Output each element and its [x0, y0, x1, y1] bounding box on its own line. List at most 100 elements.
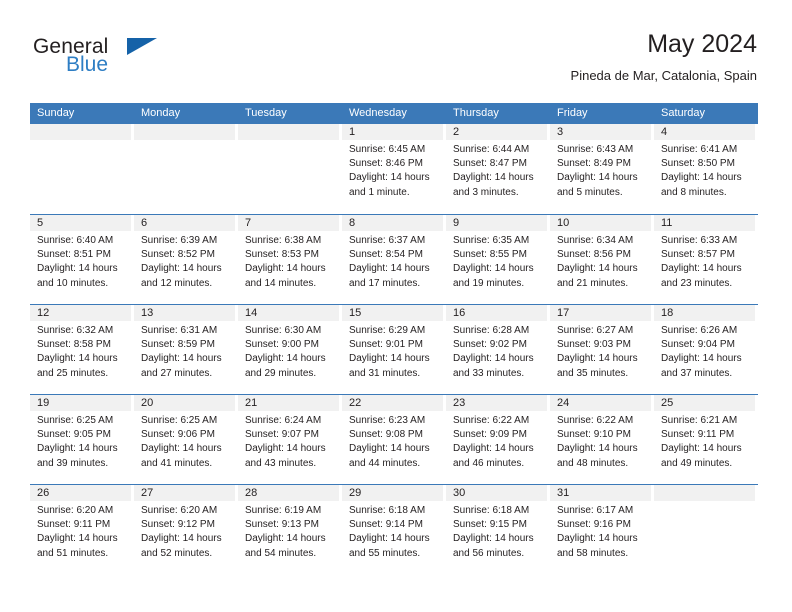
triangle-flag-icon [127, 38, 157, 55]
day-number: 6 [134, 215, 235, 231]
daylight-duration-line1: Daylight: 14 hours [661, 353, 742, 365]
sunset-time: Sunset: 9:06 PM [141, 429, 215, 441]
day-details: Sunrise: 6:45 AM Sunset: 8:46 PM Daylight:… [342, 140, 443, 200]
sunrise-time: Sunrise: 6:44 AM [453, 144, 530, 155]
brand-logo[interactable]: General Blue [33, 36, 233, 88]
page-subtitle: Pineda de Mar, Catalonia, Spain [570, 68, 757, 83]
sunrise-time: Sunrise: 6:32 AM [37, 325, 114, 336]
sunrise-time: Sunrise: 6:40 AM [37, 235, 114, 246]
calendar-day-cell[interactable]: 13 Sunrise: 6:31 AM Sunset: 8:59 PM Dayligh… [134, 305, 238, 394]
calendar-day-cell[interactable]: 28 Sunrise: 6:19 AM Sunset: 9:13 PM Dayligh… [238, 485, 342, 574]
sunrise-time: Sunrise: 6:38 AM [245, 235, 322, 246]
day-number: 17 [550, 305, 651, 321]
daylight-duration-line1: Daylight: 14 hours [245, 263, 326, 275]
daylight-duration-line2: and 35 minutes. [557, 367, 629, 379]
daylight-duration-line2: and 37 minutes. [661, 367, 733, 379]
sunrise-time: Sunrise: 6:17 AM [557, 505, 634, 516]
sunrise-time: Sunrise: 6:45 AM [349, 144, 426, 155]
day-details: Sunrise: 6:17 AM Sunset: 9:16 PM Daylight:… [550, 501, 651, 561]
daylight-duration-line1: Daylight: 14 hours [141, 533, 222, 545]
daylight-duration-line1: Daylight: 14 hours [453, 353, 534, 365]
brand-name-blue: Blue [66, 53, 109, 76]
sunset-time: Sunset: 9:04 PM [661, 339, 735, 351]
day-number: 21 [238, 395, 339, 411]
calendar-day-cell[interactable]: 27 Sunrise: 6:20 AM Sunset: 9:12 PM Dayligh… [134, 485, 238, 574]
weekday-header-monday: Monday [141, 107, 181, 119]
day-details: Sunrise: 6:29 AM Sunset: 9:01 PM Daylight:… [342, 321, 443, 381]
sunset-time: Sunset: 9:07 PM [245, 429, 319, 441]
calendar-day-cell[interactable]: 8 Sunrise: 6:37 AM Sunset: 8:54 PM Daylight… [342, 215, 446, 304]
daylight-duration-line1: Daylight: 14 hours [37, 263, 118, 275]
sunset-time: Sunset: 9:16 PM [557, 519, 631, 531]
day-details: Sunrise: 6:41 AM Sunset: 8:50 PM Daylight:… [654, 140, 755, 200]
calendar-day-cell[interactable]: 15 Sunrise: 6:29 AM Sunset: 9:01 PM Dayligh… [342, 305, 446, 394]
calendar-day-cell[interactable]: 12 Sunrise: 6:32 AM Sunset: 8:58 PM Dayligh… [30, 305, 134, 394]
daylight-duration-line2: and 12 minutes. [141, 277, 213, 289]
calendar-day-cell[interactable]: 10 Sunrise: 6:34 AM Sunset: 8:56 PM Dayligh… [550, 215, 654, 304]
sunset-time: Sunset: 8:51 PM [37, 249, 111, 261]
daylight-duration-line1: Daylight: 14 hours [557, 263, 638, 275]
sunset-time: Sunset: 9:11 PM [37, 519, 111, 531]
calendar-day-cell[interactable]: 5 Sunrise: 6:40 AM Sunset: 8:51 PM Daylight… [30, 215, 134, 304]
sunrise-time: Sunrise: 6:25 AM [141, 415, 218, 426]
day-details: Sunrise: 6:39 AM Sunset: 8:52 PM Daylight:… [134, 231, 235, 291]
sunrise-time: Sunrise: 6:37 AM [349, 235, 426, 246]
day-number: 14 [238, 305, 339, 321]
calendar-day-cell[interactable]: 11 Sunrise: 6:33 AM Sunset: 8:57 PM Dayligh… [654, 215, 758, 304]
day-details: Sunrise: 6:31 AM Sunset: 8:59 PM Daylight:… [134, 321, 235, 381]
calendar-day-cell[interactable]: 30 Sunrise: 6:18 AM Sunset: 9:15 PM Dayligh… [446, 485, 550, 574]
weekday-header-sunday: Sunday [37, 107, 75, 119]
sunrise-time: Sunrise: 6:35 AM [453, 235, 530, 246]
sunset-time: Sunset: 9:13 PM [245, 519, 319, 531]
calendar-day-cell-empty [30, 124, 134, 214]
weekday-header-thursday: Thursday [453, 107, 499, 119]
day-details [238, 140, 339, 143]
sunset-time: Sunset: 9:10 PM [557, 429, 631, 441]
calendar-day-cell[interactable]: 17 Sunrise: 6:27 AM Sunset: 9:03 PM Dayligh… [550, 305, 654, 394]
daylight-duration-line1: Daylight: 14 hours [661, 443, 742, 455]
calendar-day-cell[interactable]: 2 Sunrise: 6:44 AM Sunset: 8:47 PM Daylight… [446, 124, 550, 214]
calendar-day-cell[interactable]: 20 Sunrise: 6:25 AM Sunset: 9:06 PM Dayligh… [134, 395, 238, 484]
daylight-duration-line2: and 17 minutes. [349, 277, 421, 289]
calendar-day-cell[interactable]: 18 Sunrise: 6:26 AM Sunset: 9:04 PM Dayligh… [654, 305, 758, 394]
calendar-day-cell[interactable]: 14 Sunrise: 6:30 AM Sunset: 9:00 PM Dayligh… [238, 305, 342, 394]
calendar-day-cell[interactable]: 6 Sunrise: 6:39 AM Sunset: 8:52 PM Daylight… [134, 215, 238, 304]
daylight-duration-line1: Daylight: 14 hours [37, 443, 118, 455]
sunrise-time: Sunrise: 6:18 AM [453, 505, 530, 516]
calendar-day-cell[interactable]: 1 Sunrise: 6:45 AM Sunset: 8:46 PM Daylight… [342, 124, 446, 214]
calendar-day-cell[interactable]: 9 Sunrise: 6:35 AM Sunset: 8:55 PM Daylight… [446, 215, 550, 304]
calendar-day-cell[interactable]: 4 Sunrise: 6:41 AM Sunset: 8:50 PM Daylight… [654, 124, 758, 214]
day-number: 29 [342, 485, 443, 501]
day-details: Sunrise: 6:24 AM Sunset: 9:07 PM Daylight:… [238, 411, 339, 471]
sunset-time: Sunset: 8:55 PM [453, 249, 527, 261]
calendar-day-cell[interactable]: 31 Sunrise: 6:17 AM Sunset: 9:16 PM Dayligh… [550, 485, 654, 574]
calendar-day-cell[interactable]: 29 Sunrise: 6:18 AM Sunset: 9:14 PM Dayligh… [342, 485, 446, 574]
calendar-day-cell[interactable]: 22 Sunrise: 6:23 AM Sunset: 9:08 PM Dayligh… [342, 395, 446, 484]
sunrise-time: Sunrise: 6:20 AM [37, 505, 114, 516]
daylight-duration-line2: and 48 minutes. [557, 457, 629, 469]
calendar-day-cell[interactable]: 23 Sunrise: 6:22 AM Sunset: 9:09 PM Dayligh… [446, 395, 550, 484]
calendar-day-cell[interactable]: 7 Sunrise: 6:38 AM Sunset: 8:53 PM Daylight… [238, 215, 342, 304]
sunset-time: Sunset: 9:15 PM [453, 519, 527, 531]
calendar-day-cell[interactable]: 3 Sunrise: 6:43 AM Sunset: 8:49 PM Daylight… [550, 124, 654, 214]
day-details: Sunrise: 6:20 AM Sunset: 9:12 PM Daylight:… [134, 501, 235, 561]
sunrise-time: Sunrise: 6:29 AM [349, 325, 426, 336]
calendar-day-cell[interactable]: 25 Sunrise: 6:21 AM Sunset: 9:11 PM Dayligh… [654, 395, 758, 484]
calendar-day-cell[interactable]: 16 Sunrise: 6:28 AM Sunset: 9:02 PM Dayligh… [446, 305, 550, 394]
day-number: 1 [342, 124, 443, 140]
day-details: Sunrise: 6:30 AM Sunset: 9:00 PM Daylight:… [238, 321, 339, 381]
daylight-duration-line1: Daylight: 14 hours [661, 263, 742, 275]
day-number [30, 124, 131, 140]
daylight-duration-line2: and 56 minutes. [453, 547, 525, 559]
weekday-header-wednesday: Wednesday [349, 107, 407, 119]
calendar-day-cell[interactable]: 19 Sunrise: 6:25 AM Sunset: 9:05 PM Dayligh… [30, 395, 134, 484]
day-details: Sunrise: 6:37 AM Sunset: 8:54 PM Daylight:… [342, 231, 443, 291]
sunset-time: Sunset: 8:58 PM [37, 339, 111, 351]
calendar-table: Sunday Monday Tuesday Wednesday Thursday… [30, 103, 758, 574]
day-details: Sunrise: 6:40 AM Sunset: 8:51 PM Daylight:… [30, 231, 131, 291]
calendar-day-cell[interactable]: 24 Sunrise: 6:22 AM Sunset: 9:10 PM Dayligh… [550, 395, 654, 484]
calendar-day-cell[interactable]: 26 Sunrise: 6:20 AM Sunset: 9:11 PM Dayligh… [30, 485, 134, 574]
calendar-day-cell[interactable]: 21 Sunrise: 6:24 AM Sunset: 9:07 PM Dayligh… [238, 395, 342, 484]
sunrise-time: Sunrise: 6:19 AM [245, 505, 322, 516]
sunrise-time: Sunrise: 6:22 AM [453, 415, 530, 426]
